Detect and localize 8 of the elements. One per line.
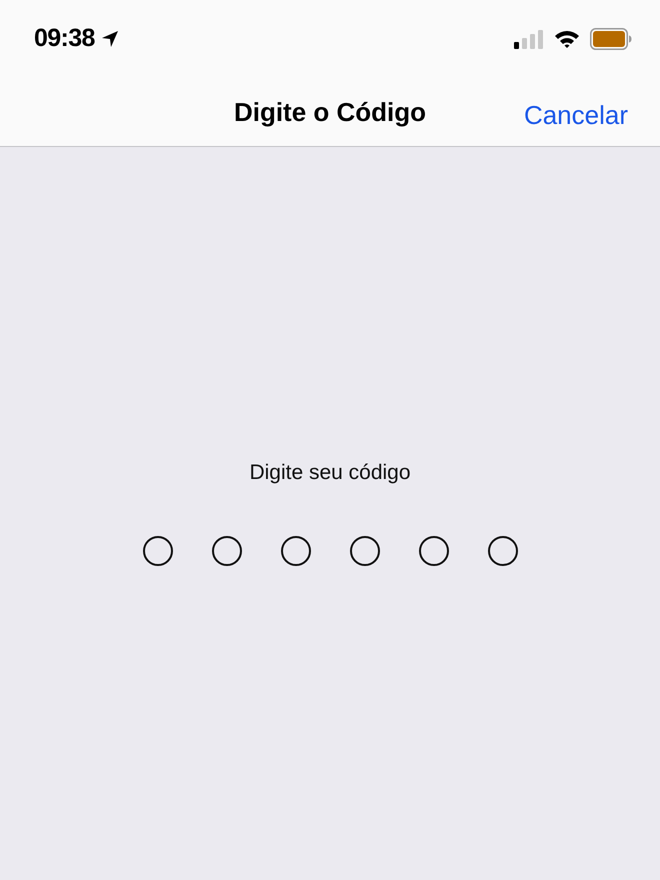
signal-icon: [514, 29, 544, 49]
battery-icon: [590, 28, 632, 50]
wifi-icon: [554, 29, 580, 49]
code-prompt: Digite seu código: [249, 460, 411, 486]
status-time: 09:38: [34, 23, 95, 54]
location-arrow-icon: [100, 30, 119, 48]
cancel-button[interactable]: Cancelar: [524, 96, 628, 135]
screen-title: Digite o Código: [234, 96, 426, 128]
